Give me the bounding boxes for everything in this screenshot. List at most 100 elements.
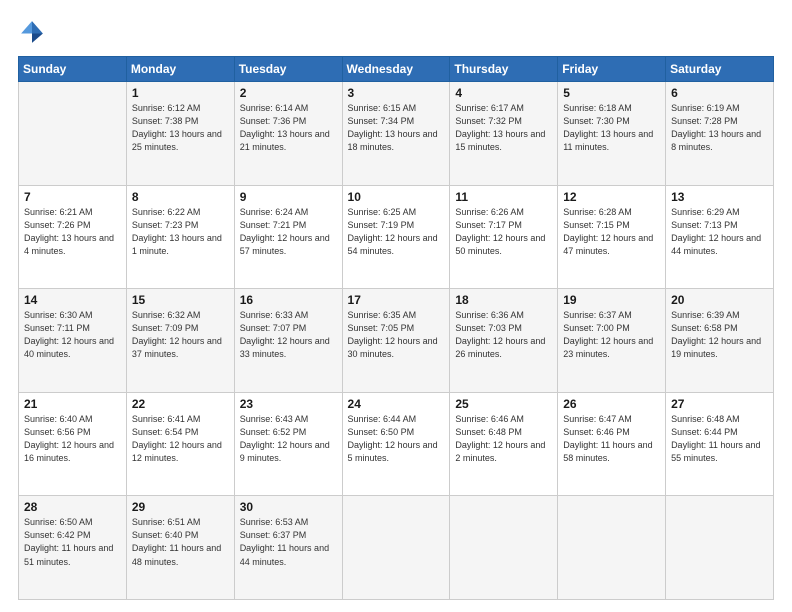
weekday-header-monday: Monday [126,57,234,82]
calendar-cell: 23 Sunrise: 6:43 AMSunset: 6:52 PMDayligh… [234,392,342,496]
day-number: 11 [455,190,552,204]
cell-details: Sunrise: 6:35 AMSunset: 7:05 PMDaylight:… [348,309,445,361]
calendar-cell [666,496,774,600]
calendar-cell: 10 Sunrise: 6:25 AMSunset: 7:19 PMDayligh… [342,185,450,289]
cell-details: Sunrise: 6:46 AMSunset: 6:48 PMDaylight:… [455,413,552,465]
weekday-header-sunday: Sunday [19,57,127,82]
cell-details: Sunrise: 6:39 AMSunset: 6:58 PMDaylight:… [671,309,768,361]
day-number: 1 [132,86,229,100]
day-number: 5 [563,86,660,100]
calendar-week-row: 7Sunrise: 6:21 AMSunset: 7:26 PMDaylight… [19,185,774,289]
calendar-cell: 15 Sunrise: 6:32 AMSunset: 7:09 PMDayligh… [126,289,234,393]
cell-details: Sunrise: 6:30 AMSunset: 7:11 PMDaylight:… [24,309,121,361]
cell-details: Sunrise: 6:37 AMSunset: 7:00 PMDaylight:… [563,309,660,361]
cell-details: Sunrise: 6:22 AMSunset: 7:23 PMDaylight:… [132,206,229,258]
day-number: 2 [240,86,337,100]
weekday-header-wednesday: Wednesday [342,57,450,82]
calendar-cell: 24 Sunrise: 6:44 AMSunset: 6:50 PMDayligh… [342,392,450,496]
calendar-cell: 27 Sunrise: 6:48 AMSunset: 6:44 PMDayligh… [666,392,774,496]
calendar-cell: 5 Sunrise: 6:18 AMSunset: 7:30 PMDaylight… [558,82,666,186]
calendar-cell: 8 Sunrise: 6:22 AMSunset: 7:23 PMDaylight… [126,185,234,289]
day-number: 19 [563,293,660,307]
calendar-cell: 9 Sunrise: 6:24 AMSunset: 7:21 PMDaylight… [234,185,342,289]
calendar-cell: 26 Sunrise: 6:47 AMSunset: 6:46 PMDayligh… [558,392,666,496]
calendar-cell: 6 Sunrise: 6:19 AMSunset: 7:28 PMDaylight… [666,82,774,186]
cell-details: Sunrise: 6:15 AMSunset: 7:34 PMDaylight:… [348,102,445,154]
calendar-week-row: 14 Sunrise: 6:30 AMSunset: 7:11 PMDayligh… [19,289,774,393]
calendar-header-row: SundayMondayTuesdayWednesdayThursdayFrid… [19,57,774,82]
header [18,18,774,46]
calendar-cell: 17 Sunrise: 6:35 AMSunset: 7:05 PMDayligh… [342,289,450,393]
calendar-cell: 20 Sunrise: 6:39 AMSunset: 6:58 PMDayligh… [666,289,774,393]
day-number: 22 [132,397,229,411]
day-number: 24 [348,397,445,411]
cell-details: Sunrise: 6:24 AMSunset: 7:21 PMDaylight:… [240,206,337,258]
day-number: 6 [671,86,768,100]
cell-details: Sunrise: 6:26 AMSunset: 7:17 PMDaylight:… [455,206,552,258]
weekday-header-tuesday: Tuesday [234,57,342,82]
day-number: 27 [671,397,768,411]
calendar-cell: 28Sunrise: 6:50 AMSunset: 6:42 PMDayligh… [19,496,127,600]
day-number: 12 [563,190,660,204]
day-number: 16 [240,293,337,307]
cell-details: Sunrise: 6:12 AMSunset: 7:38 PMDaylight:… [132,102,229,154]
calendar-cell: 1 Sunrise: 6:12 AMSunset: 7:38 PMDaylight… [126,82,234,186]
logo-icon [18,18,46,46]
cell-details: Sunrise: 6:43 AMSunset: 6:52 PMDaylight:… [240,413,337,465]
day-number: 23 [240,397,337,411]
day-number: 8 [132,190,229,204]
calendar-cell: 29 Sunrise: 6:51 AMSunset: 6:40 PMDayligh… [126,496,234,600]
cell-details: Sunrise: 6:19 AMSunset: 7:28 PMDaylight:… [671,102,768,154]
day-number: 10 [348,190,445,204]
cell-details: Sunrise: 6:17 AMSunset: 7:32 PMDaylight:… [455,102,552,154]
calendar-cell [342,496,450,600]
calendar-cell: 12 Sunrise: 6:28 AMSunset: 7:15 PMDayligh… [558,185,666,289]
cell-details: Sunrise: 6:40 AMSunset: 6:56 PMDaylight:… [24,413,121,465]
day-number: 18 [455,293,552,307]
cell-details: Sunrise: 6:44 AMSunset: 6:50 PMDaylight:… [348,413,445,465]
day-number: 30 [240,500,337,514]
day-number: 20 [671,293,768,307]
cell-details: Sunrise: 6:48 AMSunset: 6:44 PMDaylight:… [671,413,768,465]
day-number: 26 [563,397,660,411]
cell-details: Sunrise: 6:33 AMSunset: 7:07 PMDaylight:… [240,309,337,361]
calendar-cell: 16 Sunrise: 6:33 AMSunset: 7:07 PMDayligh… [234,289,342,393]
day-number: 13 [671,190,768,204]
cell-details: Sunrise: 6:41 AMSunset: 6:54 PMDaylight:… [132,413,229,465]
cell-details: Sunrise: 6:14 AMSunset: 7:36 PMDaylight:… [240,102,337,154]
calendar-cell: 25Sunrise: 6:46 AMSunset: 6:48 PMDayligh… [450,392,558,496]
day-number: 28 [24,500,121,514]
day-number: 4 [455,86,552,100]
day-number: 9 [240,190,337,204]
calendar-week-row: 28Sunrise: 6:50 AMSunset: 6:42 PMDayligh… [19,496,774,600]
cell-details: Sunrise: 6:53 AMSunset: 6:37 PMDaylight:… [240,516,337,568]
calendar-cell: 11 Sunrise: 6:26 AMSunset: 7:17 PMDayligh… [450,185,558,289]
calendar-cell: 19 Sunrise: 6:37 AMSunset: 7:00 PMDayligh… [558,289,666,393]
day-number: 21 [24,397,121,411]
calendar-cell: 21 Sunrise: 6:40 AMSunset: 6:56 PMDayligh… [19,392,127,496]
cell-details: Sunrise: 6:25 AMSunset: 7:19 PMDaylight:… [348,206,445,258]
calendar-cell: 22 Sunrise: 6:41 AMSunset: 6:54 PMDayligh… [126,392,234,496]
page: SundayMondayTuesdayWednesdayThursdayFrid… [0,0,792,612]
cell-details: Sunrise: 6:47 AMSunset: 6:46 PMDaylight:… [563,413,660,465]
weekday-header-saturday: Saturday [666,57,774,82]
cell-details: Sunrise: 6:51 AMSunset: 6:40 PMDaylight:… [132,516,229,568]
calendar-cell [19,82,127,186]
calendar-cell [558,496,666,600]
day-number: 3 [348,86,445,100]
calendar-cell: 4 Sunrise: 6:17 AMSunset: 7:32 PMDaylight… [450,82,558,186]
weekday-header-thursday: Thursday [450,57,558,82]
cell-details: Sunrise: 6:32 AMSunset: 7:09 PMDaylight:… [132,309,229,361]
calendar-cell: 3 Sunrise: 6:15 AMSunset: 7:34 PMDaylight… [342,82,450,186]
cell-details: Sunrise: 6:29 AMSunset: 7:13 PMDaylight:… [671,206,768,258]
calendar-cell: 13 Sunrise: 6:29 AMSunset: 7:13 PMDayligh… [666,185,774,289]
calendar-cell: 14 Sunrise: 6:30 AMSunset: 7:11 PMDayligh… [19,289,127,393]
day-number: 15 [132,293,229,307]
day-number: 29 [132,500,229,514]
cell-details: Sunrise: 6:28 AMSunset: 7:15 PMDaylight:… [563,206,660,258]
calendar-table: SundayMondayTuesdayWednesdayThursdayFrid… [18,56,774,600]
day-number: 14 [24,293,121,307]
cell-details: Sunrise: 6:18 AMSunset: 7:30 PMDaylight:… [563,102,660,154]
calendar-cell: 2 Sunrise: 6:14 AMSunset: 7:36 PMDaylight… [234,82,342,186]
day-number: 17 [348,293,445,307]
